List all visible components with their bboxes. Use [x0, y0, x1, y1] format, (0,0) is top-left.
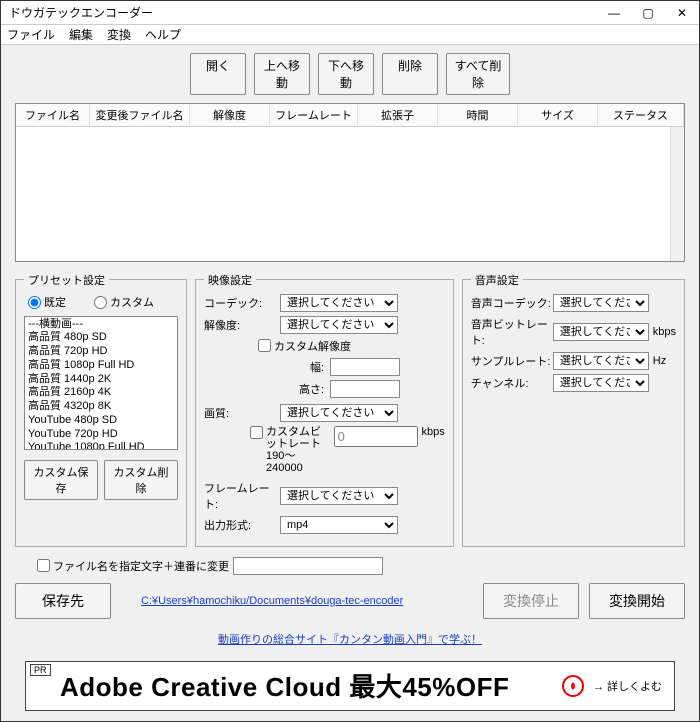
delete-all-button[interactable]: すべて削除 [446, 53, 510, 95]
list-item[interactable]: YouTube 480p SD [27, 414, 175, 428]
maximize-button[interactable]: ▢ [631, 1, 665, 25]
codec-select[interactable]: 選択してください [280, 294, 398, 312]
col-size[interactable]: サイズ [518, 104, 598, 126]
app-window: ドウガテックエンコーダー — ▢ ✕ ファイル 編集 変換 ヘルプ 開く 上へ移… [0, 0, 700, 722]
bitrate-input[interactable] [334, 426, 418, 447]
preset-settings: プリセット設定 既定 カスタム ---横動画--- 高品質 480p SD 高品… [15, 272, 187, 547]
start-button[interactable]: 変換開始 [589, 583, 685, 619]
custom-delete-button[interactable]: カスタム削除 [104, 460, 178, 500]
ad-text: Adobe Creative Cloud 最大45%OFF [60, 667, 509, 704]
ad-more-link[interactable]: → 詳しくよむ [593, 678, 662, 694]
grid-scrollbar[interactable] [670, 127, 684, 261]
list-item[interactable]: 高品質 1080p Full HD [27, 359, 175, 373]
move-up-button[interactable]: 上へ移動 [254, 53, 310, 95]
col-extension[interactable]: 拡張子 [358, 104, 438, 126]
move-down-button[interactable]: 下へ移動 [318, 53, 374, 95]
list-item[interactable]: 高品質 4320p 8K [27, 400, 175, 414]
framerate-select[interactable]: 選択してください [280, 487, 398, 505]
radio-default[interactable]: 既定 [28, 294, 66, 310]
save-dest-button[interactable]: 保存先 [15, 583, 111, 619]
audio-bitrate-label: 音声ビットレート: [471, 316, 553, 348]
adobe-logo-icon [561, 674, 585, 698]
ad-pr-badge: PR [30, 664, 51, 676]
list-item[interactable]: YouTube 1080p Full HD [27, 441, 175, 449]
channel-select[interactable]: 選択してください [553, 374, 649, 392]
col-filename[interactable]: ファイル名 [16, 104, 90, 126]
rename-check[interactable] [37, 559, 50, 572]
audio-settings: 音声設定 音声コーデック:選択してください 音声ビットレート:選択してくださいk… [462, 272, 685, 547]
grid-header: ファイル名 変更後ファイル名 解像度 フレームレート 拡張子 時間 サイズ ステ… [16, 104, 684, 127]
col-resolution[interactable]: 解像度 [190, 104, 270, 126]
list-item[interactable]: 高品質 720p HD [27, 345, 175, 359]
minimize-button[interactable]: — [597, 1, 631, 25]
window-controls: — ▢ ✕ [597, 1, 699, 25]
samplerate-label: サンプルレート: [471, 353, 553, 369]
close-button[interactable]: ✕ [665, 1, 699, 25]
ad-banner[interactable]: PR Adobe Creative Cloud 最大45%OFF → 詳しくよむ [25, 661, 675, 711]
col-framerate[interactable]: フレームレート [270, 104, 358, 126]
video-settings: 映像設定 コーデック:選択してください 解像度:選択してください カスタム解像度… [195, 272, 454, 547]
file-grid: ファイル名 変更後ファイル名 解像度 フレームレート 拡張子 時間 サイズ ステ… [15, 103, 685, 262]
list-item[interactable]: 高品質 2160p 4K [27, 386, 175, 400]
delete-button[interactable]: 削除 [382, 53, 438, 95]
content-area: 開く 上へ移動 下へ移動 削除 すべて削除 ファイル名 変更後ファイル名 解像度… [1, 45, 699, 721]
custom-res-check[interactable] [258, 339, 271, 352]
menu-edit[interactable]: 編集 [69, 26, 93, 43]
audio-codec-select[interactable]: 選択してください [553, 294, 649, 312]
framerate-label: フレームレート: [204, 480, 280, 512]
samplerate-select[interactable]: 選択してください [553, 352, 649, 370]
quality-label: 画質: [204, 405, 280, 421]
menu-convert[interactable]: 変換 [107, 26, 131, 43]
width-input[interactable] [330, 358, 400, 376]
height-input[interactable] [330, 380, 400, 398]
output-select[interactable]: mp4 [280, 516, 398, 534]
list-item[interactable]: YouTube 720p HD [27, 428, 175, 442]
stop-button[interactable]: 変換停止 [483, 583, 579, 619]
menu-file[interactable]: ファイル [7, 26, 55, 43]
settings-panels: プリセット設定 既定 カスタム ---横動画--- 高品質 480p SD 高品… [15, 272, 685, 547]
list-item[interactable]: 高品質 1440p 2K [27, 373, 175, 387]
titlebar: ドウガテックエンコーダー — ▢ ✕ [1, 1, 699, 25]
col-status[interactable]: ステータス [598, 104, 684, 126]
file-toolbar: 開く 上へ移動 下へ移動 削除 すべて削除 [15, 53, 685, 95]
promo-link[interactable]: 動画作りの総合サイト『カンタン動画入門』で学ぶ！ [15, 631, 685, 647]
open-button[interactable]: 開く [190, 53, 246, 95]
preset-legend: プリセット設定 [24, 272, 109, 288]
custom-save-button[interactable]: カスタム保存 [24, 460, 98, 500]
audio-bitrate-select[interactable]: 選択してください [553, 323, 649, 341]
audio-codec-label: 音声コーデック: [471, 295, 553, 311]
rename-input[interactable] [233, 557, 383, 575]
output-path-link[interactable]: C:¥Users¥hamochiku/Documents¥douga-tec-e… [141, 595, 403, 607]
menubar: ファイル 編集 変換 ヘルプ [1, 25, 699, 45]
custom-bitrate-check[interactable] [250, 426, 263, 439]
menu-help[interactable]: ヘルプ [145, 26, 181, 43]
video-legend: 映像設定 [204, 272, 256, 288]
quality-select[interactable]: 選択してください [280, 404, 398, 422]
audio-legend: 音声設定 [471, 272, 523, 288]
resolution-select[interactable]: 選択してください [280, 316, 398, 334]
width-label: 幅: [274, 359, 330, 375]
rename-row: ファイル名を指定文字＋連番に変更 [15, 557, 685, 575]
output-label: 出力形式: [204, 517, 280, 533]
height-label: 高さ: [274, 381, 330, 397]
codec-label: コーデック: [204, 295, 280, 311]
preset-list[interactable]: ---横動画--- 高品質 480p SD 高品質 720p HD 高品質 10… [24, 316, 178, 450]
col-renamed[interactable]: 変更後ファイル名 [90, 104, 190, 126]
radio-custom[interactable]: カスタム [94, 294, 154, 310]
list-item[interactable]: ---横動画--- [27, 318, 175, 332]
resolution-label: 解像度: [204, 317, 280, 333]
bottom-row: 保存先 C:¥Users¥hamochiku/Documents¥douga-t… [15, 583, 685, 619]
window-title: ドウガテックエンコーダー [9, 4, 153, 21]
rename-label: ファイル名を指定文字＋連番に変更 [53, 558, 229, 574]
col-duration[interactable]: 時間 [438, 104, 518, 126]
custom-res-label: カスタム解像度 [274, 338, 351, 354]
channel-label: チャンネル: [471, 375, 553, 391]
list-item[interactable]: 高品質 480p SD [27, 331, 175, 345]
grid-body[interactable] [16, 127, 684, 261]
